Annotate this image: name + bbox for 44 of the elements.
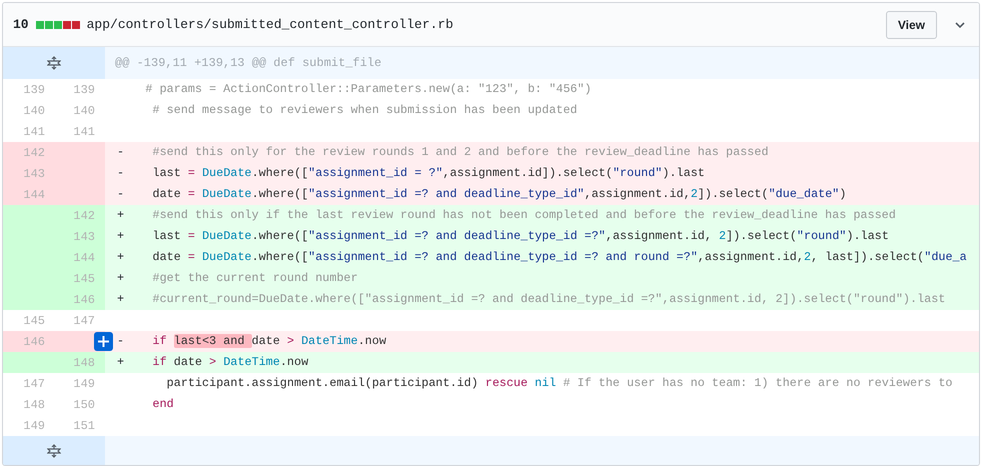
code-line: #current_round=DueDate.where(["assignment_id =? and deadline_type_id =?",assignment.id, 2]).select("round").last bbox=[152, 290, 946, 308]
diff-sign: + bbox=[117, 290, 124, 308]
code-line: # params = ActionController::Parameters.new(a: "123", b: "456") bbox=[144, 80, 592, 98]
line-number: 148 bbox=[55, 352, 105, 373]
diff-sign: + bbox=[117, 228, 124, 245]
line-number: 142 bbox=[3, 142, 55, 163]
add-comment-button[interactable] bbox=[94, 332, 113, 351]
line-number: 146 bbox=[55, 289, 105, 310]
code-line: #send this only for the review rounds 1 and 2 and before the review_deadline has passed bbox=[152, 144, 768, 161]
line-number: 144 bbox=[55, 247, 105, 268]
line-number: 144 bbox=[3, 184, 55, 205]
diff-sign: + bbox=[117, 270, 124, 287]
diff-sign: - bbox=[117, 186, 124, 203]
change-count: 10 bbox=[13, 16, 29, 34]
diff-sign: - bbox=[117, 144, 124, 161]
code-line: #send this only if the last review round has not been completed and before the review_deadline has passed bbox=[152, 206, 896, 224]
diff-sign: + bbox=[117, 248, 124, 266]
diff-sign: - bbox=[117, 332, 124, 350]
expand-icon[interactable] bbox=[47, 56, 61, 70]
gutter-cell bbox=[3, 352, 55, 373]
line-number: 142 bbox=[55, 205, 105, 226]
hunk-header: @@ -139,11 +139,13 @@ def submit_file bbox=[105, 47, 979, 79]
code-line: participant.assignment.email(participant.id) rescue nil # If the user has no team: 1) there are no reviewers to bbox=[166, 374, 952, 392]
line-number: 145 bbox=[55, 268, 105, 289]
code-line: end bbox=[152, 396, 174, 413]
view-button[interactable]: View bbox=[886, 10, 937, 38]
code-line: last = DueDate.where(["assignment_id =? and deadline_type_id =?",assignment.id, 2]).select("round").last bbox=[152, 228, 889, 245]
line-number: 143 bbox=[3, 163, 55, 184]
code-line: date = DueDate.where(["assignment_id =? and deadline_type_id",assignment.id,2]).select("due_date") bbox=[152, 186, 846, 203]
code-line: if last<3 and date > DateTime.now bbox=[152, 332, 386, 350]
code-line: #get the current round number bbox=[152, 270, 358, 287]
line-number: 146 bbox=[3, 331, 55, 352]
line-number: 143 bbox=[55, 226, 105, 247]
file-path[interactable]: app/controllers/submitted_content_controller.rb bbox=[86, 14, 454, 34]
code-line: # send message to reviewers when submission has been updated bbox=[152, 102, 578, 119]
expand-icon[interactable] bbox=[47, 444, 61, 458]
plus-icon bbox=[98, 336, 109, 347]
code-line: last = DueDate.where(["assignment_id = ?",assignment.id]).select("round").last bbox=[152, 164, 705, 182]
chevron-down-icon[interactable] bbox=[955, 22, 965, 28]
code-line: date = DueDate.where(["assignment_id =? and deadline_type_id =? and round =?",assignment.id,2, last]).select("due_a bbox=[152, 248, 967, 266]
code-line: if date > DateTime.now bbox=[152, 354, 308, 371]
diff-sign: + bbox=[117, 206, 124, 224]
diff-sign: + bbox=[117, 354, 124, 371]
diff-sign: - bbox=[117, 164, 124, 182]
